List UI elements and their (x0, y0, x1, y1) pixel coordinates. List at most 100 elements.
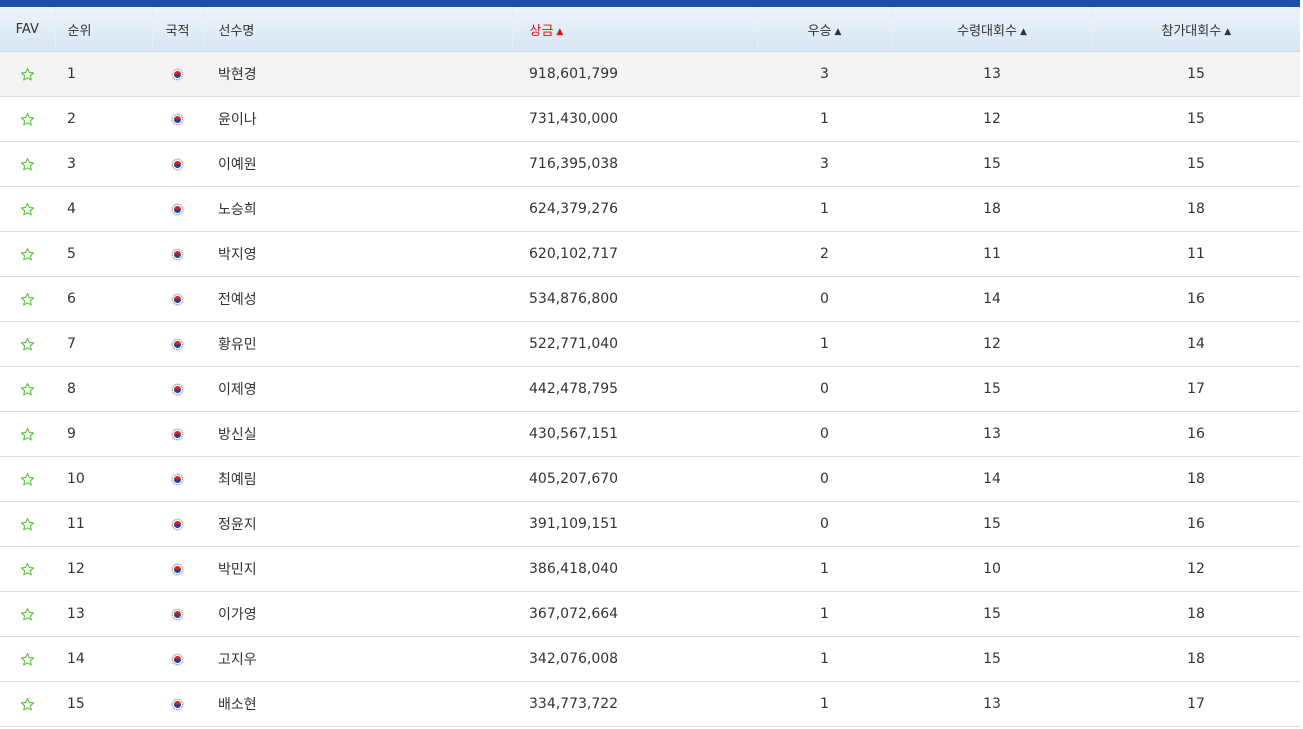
wins-cell: 0 (757, 456, 892, 502)
player-name[interactable]: 방신실 (203, 411, 512, 457)
events-played-cell: 18 (1092, 591, 1300, 637)
events-played-cell: 17 (1092, 366, 1300, 412)
table-row: 4 노승희 624,379,276 1 18 18 (0, 186, 1300, 232)
prize-cell: 386,418,040 (512, 546, 757, 592)
sort-events-played-header[interactable]: 참가대회수 ▲ (1092, 7, 1300, 52)
wins-cell: 0 (757, 501, 892, 547)
wins-cell: 3 (757, 141, 892, 187)
rank-cell: 3 (55, 141, 152, 187)
favorite-star-icon[interactable] (20, 202, 35, 217)
table-row: 3 이예원 716,395,038 3 15 15 (0, 141, 1300, 187)
player-name[interactable]: 이가영 (203, 591, 512, 637)
player-name[interactable]: 이예원 (203, 141, 512, 187)
player-name[interactable]: 윤이나 (203, 96, 512, 142)
favorite-star-icon[interactable] (20, 157, 35, 172)
prize-cell: 534,876,800 (512, 276, 757, 322)
player-name[interactable]: 배소현 (203, 681, 512, 727)
rank-cell: 7 (55, 321, 152, 367)
nationality-cell (152, 411, 203, 457)
korea-flag-icon (171, 67, 184, 81)
events-played-cell: 16 (1092, 501, 1300, 547)
sort-prize-header[interactable]: 상금 ▲ (512, 7, 758, 52)
korea-flag-icon (171, 562, 184, 576)
rank-cell: 5 (55, 231, 152, 277)
wins-cell: 1 (757, 636, 892, 682)
fav-cell (0, 51, 55, 97)
favorite-star-icon[interactable] (20, 382, 35, 397)
korea-flag-icon (171, 337, 184, 351)
favorite-star-icon[interactable] (20, 112, 35, 127)
paid-events-cell: 18 (892, 186, 1092, 232)
nationality-cell (152, 681, 203, 727)
favorite-star-icon[interactable] (20, 292, 35, 307)
fav-cell (0, 681, 55, 727)
table-row: 10 최예림 405,207,670 0 14 18 (0, 456, 1300, 502)
wins-cell: 0 (757, 411, 892, 457)
korea-flag-icon (171, 292, 184, 306)
paid-events-cell: 15 (892, 141, 1092, 187)
player-name[interactable]: 박지영 (203, 231, 512, 277)
sort-paid-events-header[interactable]: 수령대회수 ▲ (892, 7, 1093, 52)
col-player-header: 선수명 (203, 7, 513, 52)
player-name[interactable]: 정윤지 (203, 501, 512, 547)
player-name[interactable]: 노승희 (203, 186, 512, 232)
prize-cell: 391,109,151 (512, 501, 757, 547)
fav-cell (0, 546, 55, 592)
prize-cell: 334,773,722 (512, 681, 757, 727)
nationality-cell (152, 636, 203, 682)
favorite-star-icon[interactable] (20, 67, 35, 82)
col-nationality-header: 국적 (152, 7, 204, 52)
wins-cell: 3 (757, 51, 892, 97)
table-body: 1 박현경 918,601,799 3 13 15 2 윤이나 731,430,000 1 12 15… (0, 51, 1300, 727)
nationality-cell (152, 591, 203, 637)
player-name[interactable]: 고지우 (203, 636, 512, 682)
prize-cell: 620,102,717 (512, 231, 757, 277)
wins-cell: 1 (757, 546, 892, 592)
nationality-cell (152, 456, 203, 502)
fav-cell (0, 186, 55, 232)
player-name[interactable]: 전예성 (203, 276, 512, 322)
nationality-cell (152, 546, 203, 592)
events-played-cell: 15 (1092, 141, 1300, 187)
paid-events-cell: 13 (892, 51, 1092, 97)
favorite-star-icon[interactable] (20, 517, 35, 532)
table-row: 12 박민지 386,418,040 1 10 12 (0, 546, 1300, 592)
favorite-star-icon[interactable] (20, 472, 35, 487)
korea-flag-icon (171, 202, 184, 216)
nationality-cell (152, 51, 203, 97)
prize-cell: 342,076,008 (512, 636, 757, 682)
fav-cell (0, 636, 55, 682)
events-played-cell: 18 (1092, 456, 1300, 502)
favorite-star-icon[interactable] (20, 247, 35, 262)
favorite-star-icon[interactable] (20, 607, 35, 622)
favorite-star-icon[interactable] (20, 652, 35, 667)
wins-cell: 1 (757, 321, 892, 367)
favorite-star-icon[interactable] (20, 697, 35, 712)
korea-flag-icon (171, 247, 184, 261)
rank-cell: 11 (55, 501, 152, 547)
table-row: 14 고지우 342,076,008 1 15 18 (0, 636, 1300, 682)
wins-cell: 1 (757, 681, 892, 727)
korea-flag-icon (171, 382, 184, 396)
sort-arrow-icon: ▲ (1019, 26, 1027, 37)
col-rank-header: 순위 (55, 7, 153, 52)
wins-cell: 1 (757, 96, 892, 142)
korea-flag-icon (171, 472, 184, 486)
sort-wins-header[interactable]: 우승 ▲ (757, 7, 893, 52)
favorite-star-icon[interactable] (20, 427, 35, 442)
events-played-cell: 12 (1092, 546, 1300, 592)
favorite-star-icon[interactable] (20, 562, 35, 577)
player-name[interactable]: 박현경 (203, 51, 512, 97)
player-name[interactable]: 이제영 (203, 366, 512, 412)
prize-cell: 405,207,670 (512, 456, 757, 502)
player-name[interactable]: 박민지 (203, 546, 512, 592)
paid-events-cell: 12 (892, 321, 1092, 367)
favorite-star-icon[interactable] (20, 337, 35, 352)
paid-events-cell: 15 (892, 501, 1092, 547)
rank-cell: 10 (55, 456, 152, 502)
player-name[interactable]: 최예림 (203, 456, 512, 502)
fav-cell (0, 501, 55, 547)
paid-events-cell: 11 (892, 231, 1092, 277)
player-name[interactable]: 황유민 (203, 321, 512, 367)
table-row: 7 황유민 522,771,040 1 12 14 (0, 321, 1300, 367)
